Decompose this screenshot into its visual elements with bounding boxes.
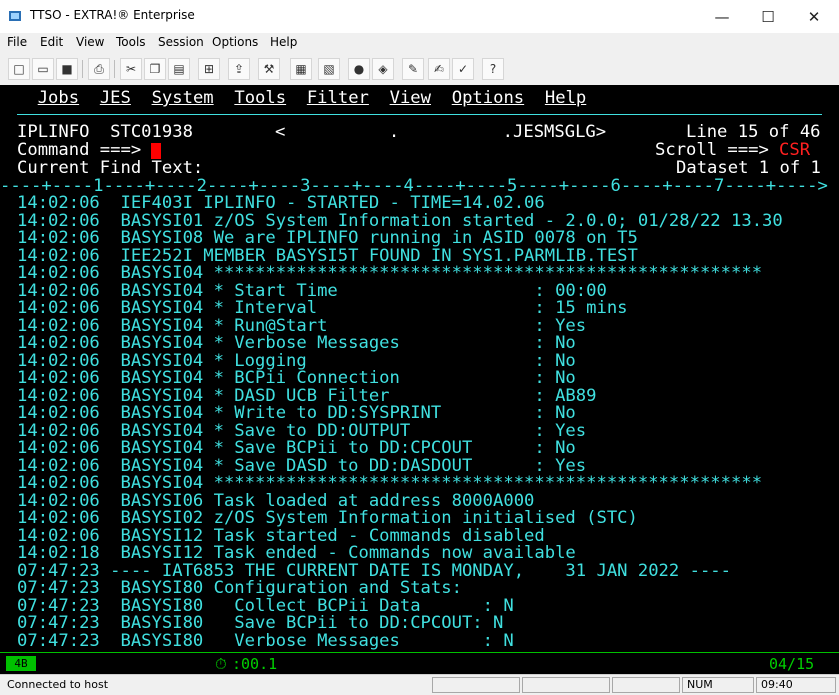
sdsf-menu-bar: Jobs JES System Tools Filter View Option… (17, 88, 587, 108)
sdsf-menu-view[interactable]: View (390, 88, 431, 108)
minimize-button[interactable]: — (699, 0, 745, 33)
notes-icon[interactable]: ✍ (428, 58, 450, 80)
status-cell-empty (612, 677, 680, 693)
close-button[interactable]: ✕ (791, 0, 837, 33)
menu-tools[interactable]: Tools (116, 35, 146, 49)
menu-view[interactable]: View (76, 35, 104, 49)
status-cell-empty (522, 677, 610, 693)
command-input[interactable] (151, 143, 161, 159)
maximize-button[interactable]: ☐ (745, 0, 791, 33)
run-macro-icon[interactable]: ◈ (372, 58, 394, 80)
edit-icon[interactable]: ✎ (402, 58, 424, 80)
sdsf-menu-filter[interactable]: Filter (307, 88, 369, 108)
toolbar: □ ▭ ■ ⎙ ✂ ❐ ▤ ⊞ ⇪ ⚒ ▦ ▧ ● ◈ ✎ ✍ ✓ ? (0, 55, 839, 85)
record-icon[interactable]: ● (348, 58, 370, 80)
operator-info-area: 4B ⏱ :00.1 04/15 (0, 652, 839, 675)
session-indicator: 4B (6, 656, 36, 671)
paste-icon[interactable]: ▤ (168, 58, 190, 80)
settings-icon[interactable]: ⚒ (258, 58, 280, 80)
copy-icon[interactable]: ❐ (144, 58, 166, 80)
sdsf-menu-jes[interactable]: JES (100, 88, 131, 108)
transfer-icon[interactable]: ⇪ (228, 58, 250, 80)
print-icon[interactable]: ⎙ (88, 58, 110, 80)
menu-help[interactable]: Help (270, 35, 297, 49)
save-icon[interactable]: ■ (56, 58, 78, 80)
app-icon (9, 11, 21, 21)
new-icon[interactable]: □ (8, 58, 30, 80)
menu-session[interactable]: Session (158, 35, 204, 49)
menu-bar: File Edit View Tools Session Options Hel… (0, 33, 839, 53)
status-clock: 09:40 (756, 677, 836, 693)
help-icon[interactable]: ? (482, 58, 504, 80)
menu-file[interactable]: File (7, 35, 27, 49)
title-bar: TTSO - EXTRA!® Enterprise — ☐ ✕ (0, 0, 839, 33)
terminal-screen[interactable]: Jobs JES System Tools Filter View Option… (0, 85, 839, 674)
quickpad-icon[interactable]: ▦ (290, 58, 312, 80)
toolbar-separator (82, 60, 83, 78)
sdsf-menu-jobs[interactable]: Jobs (38, 88, 79, 108)
connection-status: Connected to host (7, 678, 109, 691)
status-cell-empty (432, 677, 520, 693)
clock-icon: ⏱ (215, 655, 227, 673)
cursor-position: 04/15 (769, 655, 815, 673)
sdsf-menu-options[interactable]: Options (452, 88, 524, 108)
open-folder-icon[interactable]: ▭ (32, 58, 54, 80)
elapsed-time: :00.1 (232, 655, 278, 673)
status-bar: Connected to host NUM 09:40 (0, 674, 839, 695)
capture-icon[interactable]: ⊞ (198, 58, 220, 80)
menu-edit[interactable]: Edit (40, 35, 63, 49)
cut-icon[interactable]: ✂ (120, 58, 142, 80)
dataset-name: < . .JESMSGLG> (275, 122, 607, 142)
sdsf-menu-tools[interactable]: Tools (234, 88, 286, 108)
check-icon[interactable]: ✓ (452, 58, 474, 80)
num-lock-indicator: NUM (682, 677, 754, 693)
menu-options[interactable]: Options (212, 35, 258, 49)
macro-icon[interactable]: ▧ (318, 58, 340, 80)
sdsf-menu-system[interactable]: System (152, 88, 214, 108)
toolbar-separator (114, 60, 115, 78)
menu-divider (17, 114, 822, 115)
window-title: TTSO - EXTRA!® Enterprise (30, 8, 195, 22)
log-line: 07:47:23 BASYSI80 Verbose Messages : N (17, 630, 514, 651)
sdsf-menu-help[interactable]: Help (545, 88, 586, 108)
